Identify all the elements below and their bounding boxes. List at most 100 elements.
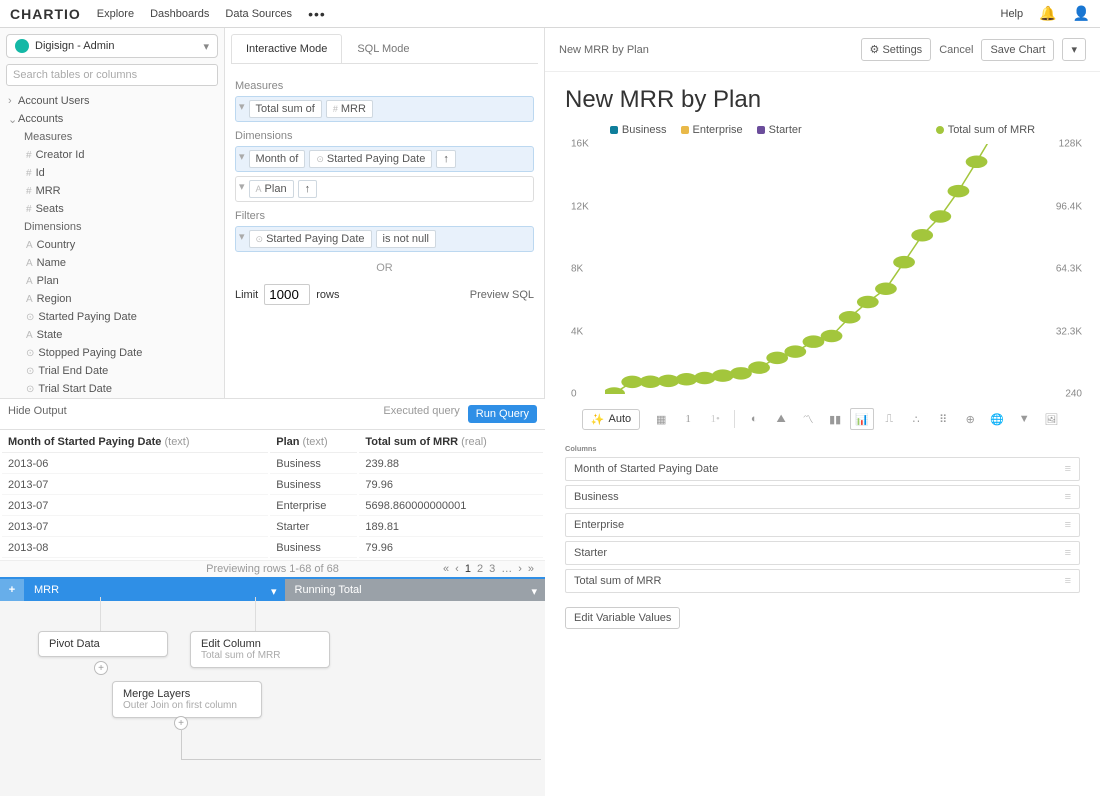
- notifications-icon[interactable]: 🔔: [1039, 5, 1056, 22]
- funnel-icon[interactable]: ▼: [1012, 408, 1036, 430]
- nav-help[interactable]: Help: [1001, 8, 1024, 20]
- table-row[interactable]: 2013-07Starter189.81: [2, 518, 543, 537]
- bar-line-icon[interactable]: 📊: [850, 408, 874, 430]
- column-item[interactable]: Enterprise≡: [565, 513, 1080, 537]
- tree-measure-item[interactable]: #Creator Id: [0, 146, 224, 164]
- tree-dimension-item[interactable]: APlan: [0, 272, 224, 290]
- grip-icon[interactable]: ≡: [1065, 519, 1071, 531]
- filters-dropzone[interactable]: ▾ ⊙Started Paying Date is not null: [235, 226, 534, 252]
- globe-icon[interactable]: ⊕: [958, 408, 982, 430]
- grip-icon[interactable]: ≡: [1065, 463, 1071, 475]
- column-item[interactable]: Business≡: [565, 485, 1080, 509]
- nav-more-icon[interactable]: •••: [308, 6, 326, 22]
- pill-month-of[interactable]: Month of: [249, 150, 306, 168]
- grip-icon[interactable]: ≡: [1065, 547, 1071, 559]
- bar-icon[interactable]: ▮▮: [823, 408, 847, 430]
- dimensions-dropzone-2[interactable]: ▾ APlan ↑: [235, 176, 534, 202]
- chevron-down-icon[interactable]: ▾: [239, 100, 245, 118]
- user-icon[interactable]: 👤: [1073, 5, 1090, 22]
- tree-measure-item[interactable]: #Id: [0, 164, 224, 182]
- tree-dimension-item[interactable]: ⊙Started Paying Date: [0, 308, 224, 326]
- table-row[interactable]: 2013-07Business79.96: [2, 476, 543, 495]
- tree-dimension-item[interactable]: ⊙Trial Start Date: [0, 380, 224, 398]
- chevron-down-icon[interactable]: ▾: [271, 585, 277, 598]
- tab-interactive[interactable]: Interactive Mode: [231, 34, 342, 63]
- bubble-icon[interactable]: ⠿: [931, 408, 955, 430]
- tree-dimension-item[interactable]: ACountry: [0, 236, 224, 254]
- chevron-down-icon[interactable]: ▾: [531, 585, 537, 598]
- chevron-down-icon[interactable]: ▾: [239, 230, 245, 248]
- settings-button[interactable]: ⚙ Settings: [861, 38, 932, 61]
- nav-datasources[interactable]: Data Sources: [225, 8, 292, 20]
- table-row[interactable]: 2013-08Business79.96: [2, 539, 543, 558]
- tree-measure-item[interactable]: #MRR: [0, 182, 224, 200]
- preview-sql-link[interactable]: Preview SQL: [470, 289, 534, 301]
- tree-dimension-item[interactable]: ⊙Trial End Date: [0, 362, 224, 380]
- single-value-icon[interactable]: 1: [676, 408, 700, 430]
- sort-asc-icon[interactable]: ↑: [298, 180, 318, 198]
- line-icon[interactable]: 〽: [796, 408, 820, 430]
- table-row[interactable]: 2013-06Business239.88: [2, 455, 543, 474]
- pill-total-sum[interactable]: Total sum of: [249, 100, 322, 118]
- chart-breadcrumb: New MRR by Plan: [559, 44, 649, 56]
- col-header[interactable]: Month of Started Paying Date (text): [2, 432, 268, 453]
- hide-output-toggle[interactable]: Hide Output: [8, 405, 67, 423]
- tree-dimension-item[interactable]: AState: [0, 326, 224, 344]
- auto-chart-button[interactable]: ✨ Auto: [582, 409, 640, 430]
- tree-accounts[interactable]: Accounts: [0, 110, 224, 128]
- nav-explore[interactable]: Explore: [97, 8, 134, 20]
- table-row[interactable]: 2013-07Enterprise5698.860000000001: [2, 497, 543, 516]
- measures-dropzone[interactable]: ▾ Total sum of #MRR: [235, 96, 534, 122]
- tree-dimension-item[interactable]: AName: [0, 254, 224, 272]
- col-header[interactable]: Total sum of MRR (real): [359, 432, 543, 453]
- connector-plus-icon[interactable]: +: [94, 661, 108, 675]
- limit-input[interactable]: [264, 284, 310, 305]
- pill-filter-field[interactable]: ⊙Started Paying Date: [249, 230, 372, 248]
- save-chart-button[interactable]: Save Chart: [981, 39, 1054, 61]
- pie-icon[interactable]: ◐: [742, 408, 766, 430]
- sparkline-icon[interactable]: ⎍: [877, 408, 901, 430]
- run-query-button[interactable]: Run Query: [468, 405, 537, 423]
- tree-dimension-item[interactable]: ARegion: [0, 290, 224, 308]
- save-dropdown-icon[interactable]: ▾: [1062, 38, 1086, 61]
- column-item[interactable]: Starter≡: [565, 541, 1080, 565]
- pill-plan[interactable]: APlan: [249, 180, 294, 198]
- add-layer-button[interactable]: +: [0, 579, 24, 601]
- connector-plus-icon[interactable]: +: [174, 716, 188, 730]
- pill-mrr[interactable]: #MRR: [326, 100, 373, 118]
- sort-asc-icon[interactable]: ↑: [436, 150, 456, 168]
- column-item[interactable]: Month of Started Paying Date≡: [565, 457, 1080, 481]
- layer-mrr[interactable]: MRR▾: [24, 579, 285, 601]
- node-merge[interactable]: Merge Layers Outer Join on first column: [112, 681, 262, 718]
- tree-dimension-item[interactable]: ⊙Stopped Paying Date: [0, 344, 224, 362]
- layer-running-total[interactable]: Running Total▾: [285, 579, 546, 601]
- table-icon[interactable]: ▦: [649, 408, 673, 430]
- node-pivot[interactable]: Pivot Data: [38, 631, 168, 657]
- datasource-selector[interactable]: Digisign - Admin ▾: [6, 34, 218, 58]
- globe2-icon[interactable]: 🌐: [985, 408, 1009, 430]
- nav-dashboards[interactable]: Dashboards: [150, 8, 209, 20]
- column-item[interactable]: Total sum of MRR≡: [565, 569, 1080, 593]
- chevron-down-icon[interactable]: ▾: [239, 180, 245, 198]
- tab-sql[interactable]: SQL Mode: [342, 34, 424, 63]
- pagination[interactable]: «‹123…›»: [440, 563, 537, 575]
- chevron-down-icon[interactable]: ▾: [239, 150, 245, 168]
- search-input[interactable]: Search tables or columns: [6, 64, 218, 86]
- dimensions-dropzone[interactable]: ▾ Month of ⊙Started Paying Date ↑: [235, 146, 534, 172]
- grip-icon[interactable]: ≡: [1065, 575, 1071, 587]
- image-icon[interactable]: 🖼: [1039, 408, 1063, 430]
- area-icon[interactable]: ⛰: [769, 408, 793, 430]
- cancel-button[interactable]: Cancel: [939, 44, 973, 56]
- col-header[interactable]: Plan (text): [270, 432, 357, 453]
- chevron-down-icon: ▾: [203, 40, 209, 53]
- grip-icon[interactable]: ≡: [1065, 491, 1071, 503]
- scatter-icon[interactable]: ∴: [904, 408, 928, 430]
- bullet-icon[interactable]: 1•: [703, 408, 727, 430]
- node-edit-column[interactable]: Edit Column Total sum of MRR: [190, 631, 330, 668]
- pipeline-canvas[interactable]: Pivot Data Edit Column Total sum of MRR …: [0, 601, 545, 796]
- tree-measure-item[interactable]: #Seats: [0, 200, 224, 218]
- pill-started-paying[interactable]: ⊙Started Paying Date: [309, 150, 432, 168]
- pill-filter-op[interactable]: is not null: [376, 230, 436, 248]
- edit-variable-values-button[interactable]: Edit Variable Values: [565, 607, 680, 629]
- tree-account-users[interactable]: Account Users: [0, 92, 224, 110]
